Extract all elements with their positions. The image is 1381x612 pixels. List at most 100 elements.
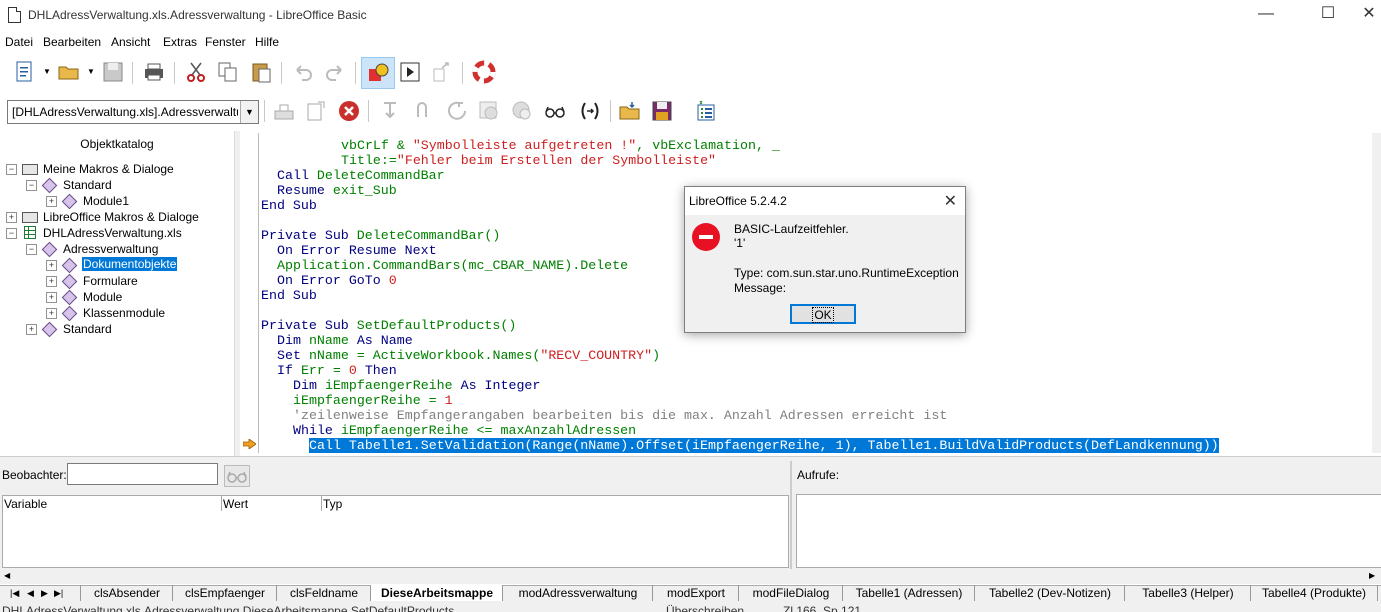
tab-last-icon[interactable]: ▶| bbox=[54, 588, 63, 599]
paste-icon[interactable] bbox=[249, 60, 273, 84]
close-button[interactable]: ✕ bbox=[1346, 0, 1381, 30]
tab-clsfeldname[interactable]: clsFeldname bbox=[276, 585, 371, 601]
copy-icon[interactable] bbox=[216, 60, 240, 84]
collapse-icon[interactable]: − bbox=[26, 180, 37, 191]
editor-scrollbar[interactable] bbox=[1372, 133, 1381, 453]
tree-item-selected[interactable]: + Dokumentobjekte bbox=[0, 257, 230, 274]
collapse-icon[interactable]: − bbox=[6, 164, 17, 175]
tab-modexport[interactable]: modExport bbox=[652, 585, 739, 601]
tree-item[interactable]: + Klassenmodule bbox=[0, 305, 230, 322]
menu-ansicht[interactable]: Ansicht bbox=[111, 35, 150, 49]
column-header-wert[interactable]: Wert bbox=[221, 495, 322, 512]
minimize-button[interactable]: — bbox=[1243, 0, 1289, 30]
manage-breakpoints-icon[interactable] bbox=[510, 99, 534, 123]
code-line: Dim iEmpfaengerReihe As Integer bbox=[293, 378, 541, 393]
tab-first-icon[interactable]: |◀ bbox=[10, 588, 19, 599]
expand-icon[interactable]: + bbox=[6, 212, 17, 223]
menu-hilfe[interactable]: Hilfe bbox=[255, 35, 279, 49]
watch-glasses-icon[interactable] bbox=[543, 99, 567, 123]
tree-item[interactable]: − Adressverwaltung bbox=[0, 241, 230, 258]
tree-item[interactable]: + LibreOffice Makros & Dialoge bbox=[0, 209, 230, 225]
scroll-left-icon[interactable]: ◀ bbox=[4, 571, 10, 580]
undo-icon[interactable] bbox=[291, 60, 315, 84]
maximize-button[interactable]: ☐ bbox=[1305, 0, 1351, 30]
chevron-down-icon[interactable]: ▼ bbox=[240, 101, 258, 123]
new-document-icon[interactable] bbox=[13, 60, 37, 84]
breakpoint-icon[interactable] bbox=[477, 99, 501, 123]
ok-button[interactable]: OK bbox=[790, 304, 856, 324]
open-dropdown-icon[interactable]: ▼ bbox=[87, 67, 95, 76]
step-out-icon[interactable] bbox=[445, 99, 469, 123]
horizontal-scrollbar[interactable]: ◀ ▶ bbox=[0, 569, 1381, 584]
watch-grid[interactable] bbox=[2, 511, 789, 568]
open-folder-icon[interactable] bbox=[57, 60, 81, 84]
print-icon[interactable] bbox=[142, 60, 166, 84]
new-dropdown-icon[interactable]: ▼ bbox=[43, 67, 51, 76]
compile-icon[interactable] bbox=[272, 99, 296, 123]
tab-tabelle3[interactable]: Tabelle3 (Helper) bbox=[1124, 585, 1251, 601]
insert-source-icon[interactable] bbox=[304, 99, 328, 123]
tab-clsempfaenger[interactable]: clsEmpfaenger bbox=[172, 585, 277, 601]
expand-icon[interactable]: + bbox=[46, 308, 57, 319]
tab-next-icon[interactable]: ▶ bbox=[41, 588, 48, 599]
remove-watch-glasses-icon[interactable] bbox=[224, 465, 250, 487]
expand-icon[interactable]: + bbox=[46, 260, 57, 271]
calls-list[interactable] bbox=[796, 494, 1381, 568]
expand-icon[interactable]: + bbox=[46, 292, 57, 303]
tab-tabelle1[interactable]: Tabelle1 (Adressen) bbox=[842, 585, 975, 601]
tree-item[interactable]: − Meine Makros & Dialoge bbox=[0, 161, 230, 177]
help-lifebuoy-icon[interactable] bbox=[472, 60, 496, 84]
tab-diesearbeitsmappe[interactable]: DieseArbeitsmappe bbox=[370, 585, 503, 601]
watch-input[interactable] bbox=[67, 463, 218, 485]
editor-gutter[interactable] bbox=[240, 133, 259, 453]
save-icon[interactable] bbox=[101, 60, 125, 84]
tree-item[interactable]: + Standard bbox=[0, 321, 230, 338]
collapse-icon[interactable]: − bbox=[6, 228, 17, 239]
step-icon[interactable] bbox=[430, 60, 454, 84]
menu-bearbeiten[interactable]: Bearbeiten bbox=[43, 35, 101, 49]
tab-prev-icon[interactable]: ◀ bbox=[27, 588, 34, 599]
dialog-close-icon[interactable]: ✕ bbox=[944, 191, 957, 211]
step-into-icon[interactable] bbox=[378, 99, 402, 123]
tree-item[interactable]: − DHLAdressVerwaltung.xls bbox=[0, 225, 230, 241]
tab-modfiledialog[interactable]: modFileDialog bbox=[738, 585, 843, 601]
macro-organizer-icon[interactable] bbox=[694, 99, 718, 123]
tab-clsabsender[interactable]: clsAbsender bbox=[80, 585, 173, 601]
tab-tabelle2[interactable]: Tabelle2 (Dev-Notizen) bbox=[974, 585, 1125, 601]
expand-icon[interactable]: + bbox=[46, 276, 57, 287]
step-over-icon[interactable] bbox=[410, 99, 434, 123]
expand-icon[interactable]: + bbox=[46, 196, 57, 207]
library-selector[interactable]: [DHLAdressVerwaltung.xls].Adressverwaltu… bbox=[7, 100, 259, 124]
import-basic-icon[interactable] bbox=[618, 99, 642, 123]
scroll-right-icon[interactable]: ▶ bbox=[1369, 571, 1375, 580]
tree-item[interactable]: + Module bbox=[0, 289, 230, 306]
tab-tabelle4[interactable]: Tabelle4 (Produkte) bbox=[1250, 585, 1378, 601]
run-icon[interactable] bbox=[398, 60, 422, 84]
tree-item[interactable]: + Formulare bbox=[0, 273, 230, 290]
menu-extras[interactable]: Extras bbox=[163, 35, 197, 49]
tree-item[interactable]: + Module1 bbox=[0, 193, 230, 210]
code-line-highlighted: Call Tabelle1.SetValidation(Range(nName)… bbox=[309, 438, 1219, 453]
collapse-icon[interactable]: − bbox=[26, 244, 37, 255]
tree-item[interactable]: − Standard bbox=[0, 177, 230, 194]
tree-item-label: LibreOffice Makros & Dialoge bbox=[43, 210, 199, 224]
dialog-title: LibreOffice 5.2.4.2 bbox=[689, 194, 787, 208]
export-basic-icon[interactable] bbox=[650, 99, 674, 123]
module-icon bbox=[61, 305, 78, 322]
tab-modadressverwaltung[interactable]: modAdressverwaltung bbox=[502, 585, 653, 601]
menu-datei[interactable]: Datei bbox=[5, 35, 33, 49]
menu-fenster[interactable]: Fenster bbox=[205, 35, 246, 49]
expand-icon[interactable]: + bbox=[26, 324, 37, 335]
find-parentheses-icon[interactable] bbox=[578, 99, 602, 123]
dialog-message-line: BASIC-Laufzeitfehler. bbox=[734, 222, 849, 236]
stop-icon[interactable] bbox=[337, 99, 361, 123]
column-header-variable[interactable]: Variable bbox=[2, 495, 222, 512]
redo-icon[interactable] bbox=[323, 60, 347, 84]
module-icon bbox=[61, 289, 78, 306]
basic-shapes-toggle[interactable] bbox=[361, 57, 395, 89]
column-header-typ[interactable]: Typ bbox=[321, 495, 789, 512]
status-insert-mode[interactable]: Überschreiben bbox=[666, 604, 744, 612]
separator bbox=[174, 62, 175, 84]
code-line: End Sub bbox=[261, 198, 317, 213]
cut-icon[interactable] bbox=[184, 60, 208, 84]
